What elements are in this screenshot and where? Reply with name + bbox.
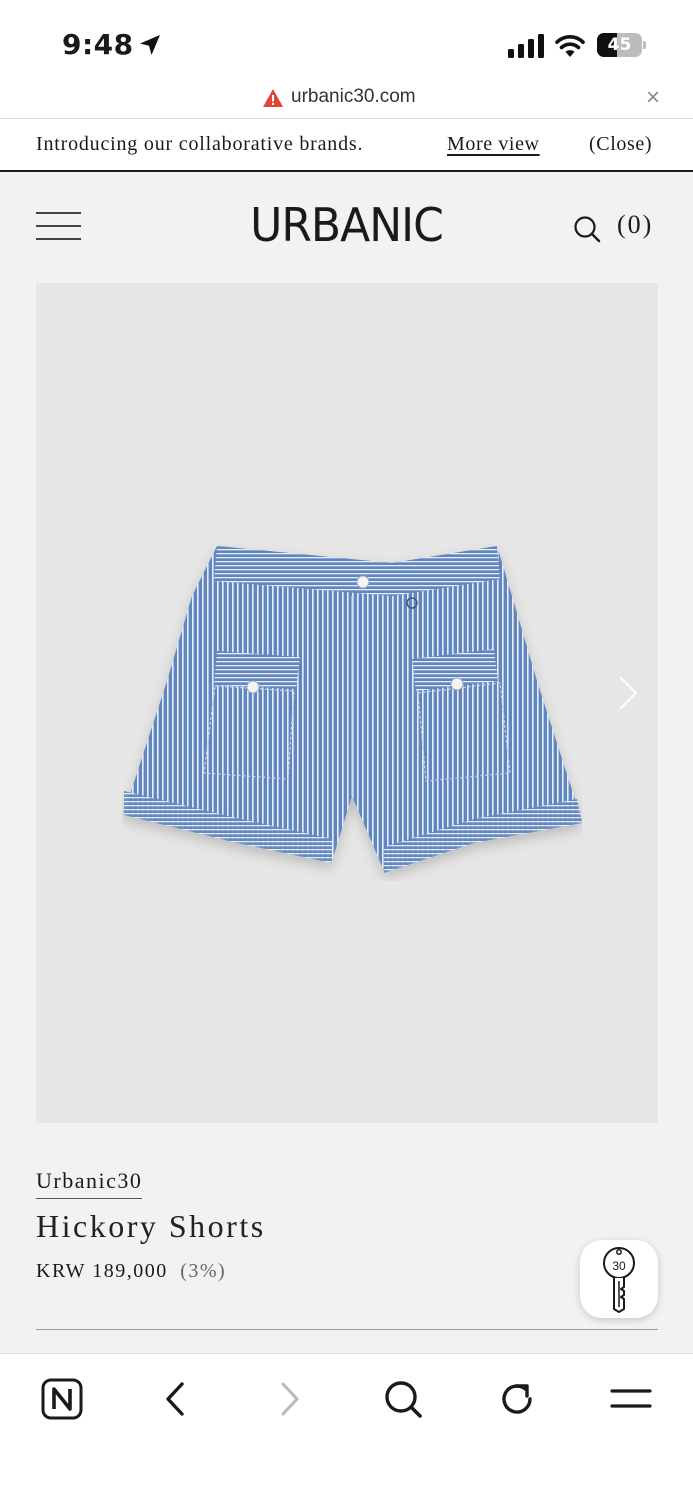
url-text[interactable]: urbanic30.com [291,86,416,108]
key-icon: 30 [603,1247,635,1313]
wifi-icon [555,35,585,57]
announcement-text: Introducing our collaborative brands. [36,133,364,155]
product-price-row: KRW 189,000 (3%) [36,1260,226,1283]
battery-level: 45 [607,35,632,55]
more-view-link[interactable]: More view [447,133,540,156]
product-photo-shorts [124,546,582,873]
location-arrow-icon [140,35,160,55]
announcement-banner: Introducing our collaborative brands. Mo… [0,118,693,172]
refresh-button[interactable] [492,1374,542,1424]
site-header: URBANIC (0) [0,172,693,282]
product-brand-link[interactable]: Urbanic30 [36,1168,143,1199]
battery-indicator: 45 [597,33,647,57]
divider [36,1329,658,1330]
product-discount: (3%) [180,1260,227,1282]
refresh-icon [502,1384,532,1414]
url-bar[interactable]: urbanic30.com × [0,82,693,118]
cart-count[interactable]: (0) [617,210,653,240]
search-button[interactable] [378,1374,428,1424]
product-image[interactable] [36,283,658,1123]
chevron-left-icon [166,1382,184,1416]
status-time: 9:48 [62,28,134,61]
menu-icon [610,1389,652,1408]
search-icon [385,1381,422,1418]
search-icon[interactable] [573,215,601,243]
naver-n-icon [41,1378,83,1420]
announcement-close-button[interactable]: (Close) [589,133,652,156]
product-title: Hickory Shorts [36,1208,266,1244]
browser-toolbar [0,1353,693,1500]
warning-icon [263,89,283,107]
more-menu-button[interactable] [606,1374,656,1424]
product-price: KRW 189,000 [36,1260,168,1282]
chevron-right-icon [281,1382,299,1416]
next-image-chevron-icon[interactable] [614,673,640,713]
back-button[interactable] [150,1374,200,1424]
forward-button[interactable] [265,1374,315,1424]
naver-n-button[interactable] [37,1374,87,1424]
floating-key-button[interactable]: 30 [580,1240,658,1318]
key-label: 30 [612,1259,626,1273]
cellular-signal-icon [508,34,544,58]
status-bar: 9:48 45 [0,0,693,88]
url-close-button[interactable]: × [646,86,660,110]
